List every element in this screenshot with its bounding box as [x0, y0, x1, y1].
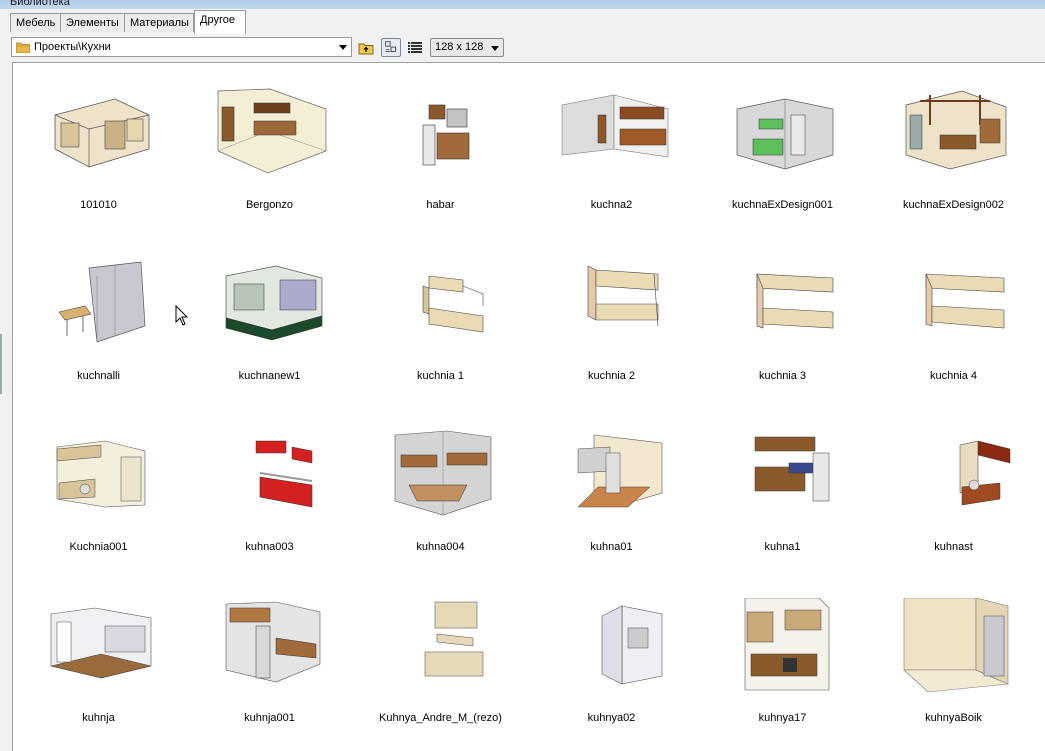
library-item[interactable]: kuchnaExDesign001	[697, 63, 868, 234]
item-label: kuhnja001	[244, 712, 295, 724]
library-item[interactable]: kuchnia 2	[526, 234, 697, 405]
kitchen-thumbnail-icon	[959, 440, 1011, 506]
library-item[interactable]: kuhnya17	[697, 576, 868, 747]
item-label: kuchnanew1	[238, 370, 301, 382]
library-item[interactable]: kuhnya02	[526, 576, 697, 747]
item-label: kuchna2	[590, 199, 633, 211]
library-grid: 101010 Bergonzo habar kuchna2 kuchnaExDe…	[12, 62, 1045, 751]
library-item[interactable]: kuhnja001	[184, 576, 355, 747]
library-item[interactable]: kuhna01	[526, 405, 697, 576]
item-label: Bergonzo	[245, 199, 294, 211]
kitchen-thumbnail-icon	[217, 88, 327, 174]
kitchen-thumbnail-icon	[756, 273, 834, 329]
kitchen-thumbnail-icon	[424, 601, 484, 677]
item-label: habar	[426, 199, 455, 211]
library-item[interactable]: Bergonzo	[184, 63, 355, 234]
library-item[interactable]: kuchna2	[526, 63, 697, 234]
item-label: kuhnyaBoik	[925, 712, 982, 724]
kitchen-thumbnail-icon	[50, 607, 152, 679]
thumbnail-size-value: 128 x 128	[435, 41, 484, 53]
item-label: kuhna003	[245, 541, 294, 553]
library-item[interactable]: 101010	[13, 63, 184, 234]
kitchen-thumbnail-icon	[601, 605, 663, 685]
chevron-down-icon	[491, 46, 499, 51]
item-label: kuhnya02	[587, 712, 636, 724]
kitchen-thumbnail-icon	[577, 434, 663, 508]
library-item[interactable]: habar	[355, 63, 526, 234]
item-label: kuhna004	[416, 541, 465, 553]
kitchen-thumbnail-icon	[736, 98, 834, 170]
kitchen-thumbnail-icon	[225, 265, 323, 341]
kitchen-thumbnail-icon	[394, 430, 492, 516]
tab-drugoe[interactable]: Другое	[194, 10, 246, 34]
item-label: kuhna01	[590, 541, 633, 553]
thumbnail-view-icon	[385, 41, 396, 52]
library-item[interactable]: kuchnanew1	[184, 234, 355, 405]
library-item[interactable]: kuhna1	[697, 405, 868, 576]
item-label: Kuchnia001	[69, 541, 128, 553]
library-item[interactable]: kuchnia 1	[355, 234, 526, 405]
kitchen-thumbnail-icon	[744, 598, 830, 691]
item-label: Kuhnya_Andre_M_(rezo)	[379, 712, 502, 724]
window-title-bar: Библиотека	[0, 0, 1045, 9]
library-item[interactable]: kuhna004	[355, 405, 526, 576]
folder-icon	[16, 42, 30, 53]
kitchen-thumbnail-icon	[754, 436, 830, 502]
window-title: Библиотека	[10, 0, 70, 8]
item-label: kuchnaExDesign002	[903, 199, 1004, 211]
details-view-button[interactable]	[405, 38, 425, 57]
item-label: kuhna1	[764, 541, 801, 553]
kitchen-thumbnail-icon	[255, 440, 313, 508]
kitchen-thumbnail-icon	[903, 598, 1010, 693]
left-splitter[interactable]	[0, 62, 12, 751]
thumbnail-size-select[interactable]: 128 x 128	[430, 38, 504, 57]
mouse-cursor-icon	[175, 305, 189, 326]
kitchen-thumbnail-icon	[905, 90, 1007, 170]
folder-up-button[interactable]	[356, 38, 376, 57]
path-text: Проекты\Кухни	[34, 41, 111, 53]
library-item[interactable]: kuchnalli	[13, 234, 184, 405]
tab-mebel[interactable]: Мебель	[10, 13, 61, 32]
library-item[interactable]: kuhnja	[13, 576, 184, 747]
path-combobox[interactable]: Проекты\Кухни	[11, 37, 352, 57]
kitchen-thumbnail-icon	[422, 104, 470, 166]
kitchen-thumbnail-icon	[225, 601, 321, 683]
library-item[interactable]: kuhnast	[868, 405, 1039, 576]
item-label: kuchnalli	[77, 370, 120, 382]
item-label: kuchnia 1	[416, 370, 465, 382]
thumbnail-view-button[interactable]	[381, 38, 401, 57]
library-item[interactable]: kuchnia 4	[868, 234, 1039, 405]
chevron-down-icon[interactable]	[335, 38, 351, 56]
library-item[interactable]: kuhna003	[184, 405, 355, 576]
library-item[interactable]: kuhnyaBoik	[868, 576, 1039, 747]
kitchen-thumbnail-icon	[587, 265, 659, 327]
library-item[interactable]: kuchnia 3	[697, 234, 868, 405]
folder-up-icon	[358, 43, 374, 55]
item-label: 101010	[80, 199, 117, 211]
item-label: kuchnia 2	[587, 370, 636, 382]
item-label: kuhnja	[82, 712, 115, 724]
item-label: kuhnast	[934, 541, 973, 553]
item-label: kuchnaExDesign001	[732, 199, 833, 211]
item-label: kuchnia 4	[929, 370, 978, 382]
kitchen-thumbnail-icon	[58, 261, 146, 343]
tab-strip: Мебель Элементы Материалы Другое	[0, 9, 1045, 34]
item-label: kuhnya17	[758, 712, 807, 724]
details-view-icon	[408, 42, 422, 53]
toolbar: Проекты\Кухни 128 x 128	[0, 33, 1045, 62]
item-label: kuchnia 3	[758, 370, 807, 382]
library-item[interactable]: kuchnaExDesign002	[868, 63, 1039, 234]
kitchen-thumbnail-icon	[422, 275, 484, 333]
kitchen-thumbnail-icon	[54, 98, 150, 168]
kitchen-thumbnail-icon	[56, 440, 146, 508]
tab-materialy[interactable]: Материалы	[124, 13, 194, 32]
tab-elementy[interactable]: Элементы	[60, 13, 125, 32]
kitchen-thumbnail-icon	[561, 94, 669, 158]
library-item[interactable]: Kuhnya_Andre_M_(rezo)	[355, 576, 526, 747]
library-item[interactable]: Kuchnia001	[13, 405, 184, 576]
kitchen-thumbnail-icon	[925, 273, 1005, 329]
